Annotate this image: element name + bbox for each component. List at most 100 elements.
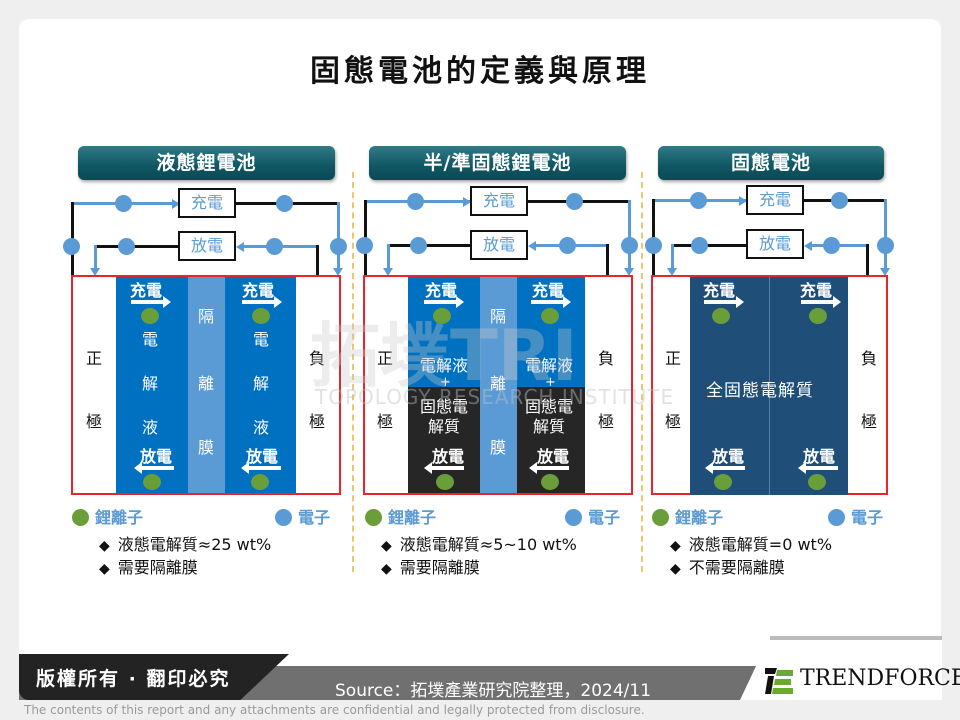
lithium-ion-dot (143, 474, 161, 490)
plus-sign: + (545, 375, 556, 390)
bullet-list: ◆ 液態電解質=0 wt% ◆ 不需要隔離膜 (670, 534, 832, 580)
panel-divider (641, 172, 643, 572)
panel-divider (352, 172, 354, 572)
arrow-left-icon (798, 462, 838, 474)
charge-box: 充電 (470, 186, 528, 216)
bullet-item: ◆ 液態電解質=0 wt% (670, 534, 832, 557)
legend-label: 電子 (588, 508, 621, 527)
legend-electron: 電子 (828, 504, 883, 528)
negative-electrode-label: 負 (860, 349, 877, 368)
arrow-left-icon (241, 462, 281, 474)
wire (866, 244, 869, 275)
wire (628, 200, 631, 272)
bullet-item: ◆ 需要隔離膜 (381, 557, 577, 580)
positive-electrode-label: 正 (85, 349, 102, 368)
discharge-label: 放電 (140, 447, 173, 466)
discharge-box: 放電 (746, 229, 804, 259)
panel-header: 半/準固態鋰電池 (369, 146, 626, 180)
bullet-item: ◆ 不需要隔離膜 (670, 557, 832, 580)
bullet-item: ◆ 需要隔離膜 (99, 557, 271, 580)
arrow-right-icon (242, 296, 282, 308)
negative-electrode-label: 極 (308, 412, 325, 431)
discharge-label: 放電 (537, 447, 570, 466)
lithium-ion-dot (541, 474, 559, 490)
bullet-text: 液態電解質=0 wt% (688, 535, 833, 554)
legend-electron: 電子 (565, 504, 620, 528)
diamond-bullet-icon: ◆ (670, 561, 681, 577)
bullet-text: 液態電解質≈25 wt% (117, 535, 272, 554)
lithium-ion-dot (714, 474, 732, 490)
arrow-left-icon (804, 241, 812, 251)
trendforce-logo-text: TRENDFORCE (800, 666, 960, 691)
electron-dot (115, 195, 132, 212)
diamond-bullet-icon: ◆ (99, 538, 110, 554)
wire (671, 244, 674, 271)
wire (316, 245, 319, 275)
green-dot-icon (365, 509, 382, 526)
bullet-item: ◆ 液態電解質≈5~10 wt% (381, 534, 577, 557)
electron-dot (407, 193, 424, 210)
electrolyte-liquid-label: 電解液 (525, 356, 574, 375)
wire (387, 244, 470, 247)
diamond-bullet-icon: ◆ (381, 561, 392, 577)
arrow-right-icon (801, 296, 841, 308)
discharge-box: 放電 (178, 231, 236, 261)
bullet-text: 需要隔離膜 (117, 558, 198, 577)
logo-divider (770, 636, 942, 640)
positive-electrode-label: 極 (85, 412, 102, 431)
arrow-left-icon (134, 462, 174, 474)
arrow-right-icon (704, 296, 744, 308)
charge-label: 充電 (242, 281, 275, 300)
lithium-ion-dot (251, 474, 269, 490)
plus-sign: + (440, 375, 451, 390)
disclaimer-text: The contents of this report and any atta… (24, 703, 645, 717)
electrolyte-label: 解 (141, 374, 158, 393)
charge-label: 充電 (130, 281, 163, 300)
wire (671, 244, 746, 247)
negative-electrode-label: 負 (308, 349, 325, 368)
arrow-left-icon (424, 462, 464, 474)
separator-label: 膜 (197, 438, 214, 457)
bullet-list: ◆ 液態電解質≈25 wt% ◆ 需要隔離膜 (99, 534, 271, 580)
positive-electrode-label: 正 (664, 349, 681, 368)
charge-label: 充電 (532, 281, 565, 300)
bullet-text: 需要隔離膜 (399, 558, 480, 577)
bullet-text: 液態電解質≈5~10 wt% (399, 535, 577, 554)
discharge-box: 放電 (470, 230, 528, 260)
bullet-text: 不需要隔離膜 (688, 558, 785, 577)
electron-dot (690, 192, 707, 209)
electron-dot (691, 237, 708, 254)
charge-label: 充電 (425, 281, 458, 300)
positive-electrode-label: 極 (376, 412, 393, 431)
electron-dot (276, 195, 293, 212)
lithium-ion-dot (433, 308, 451, 324)
separator-label: 膜 (489, 438, 506, 457)
solid-electrolyte-label: 解質 (428, 417, 461, 436)
arrow-right-icon (531, 296, 571, 308)
separator-label: 離 (197, 374, 214, 393)
legend-label: 鋰離子 (675, 508, 724, 527)
diamond-bullet-icon: ◆ (99, 561, 110, 577)
separator-label: 隔 (197, 307, 214, 326)
arrow-right-icon (424, 296, 464, 308)
electron-dot (63, 238, 80, 255)
electron-dot (410, 237, 427, 254)
negative-electrode-label: 極 (860, 412, 877, 431)
discharge-label: 放電 (246, 447, 279, 466)
legend-label: 鋰離子 (95, 508, 144, 527)
green-dot-icon (652, 509, 669, 526)
legend-lithium-ion: 鋰離子 (72, 504, 143, 528)
electrolyte-liquid-label: 電解液 (420, 356, 469, 375)
electrolyte-label: 電 (141, 330, 158, 349)
electrolyte-label: 電 (252, 330, 269, 349)
legend-label: 鋰離子 (388, 508, 437, 527)
electron-dot (566, 193, 583, 210)
wire (884, 199, 887, 272)
lithium-ion-dot (808, 474, 826, 490)
electron-dot (823, 237, 840, 254)
negative-electrode-label: 負 (597, 349, 614, 368)
arrow-right-icon (131, 296, 171, 308)
arrow-left-icon (528, 241, 536, 251)
discharge-label: 放電 (432, 447, 465, 466)
copyright-text: 版權所有 · 翻印必究 (36, 668, 231, 690)
